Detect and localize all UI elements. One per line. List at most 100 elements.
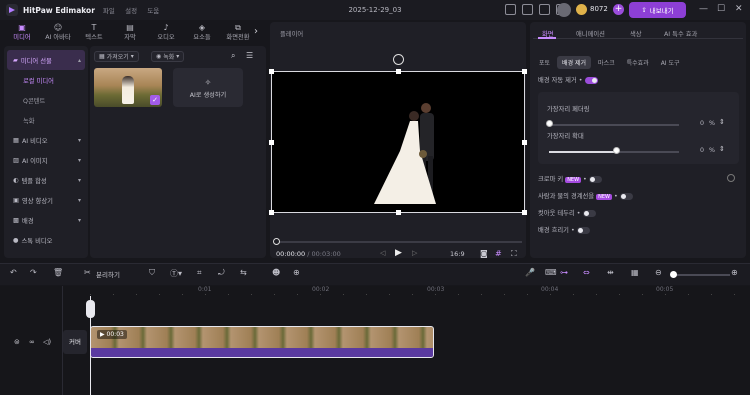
list-view-icon[interactable]: ☰ bbox=[246, 51, 253, 60]
effect-icon[interactable]: ⊕ bbox=[293, 268, 300, 277]
export-button[interactable]: ⇪ 내보내기 bbox=[629, 2, 686, 18]
nav-ai-video[interactable]: ▦ AI 비디오 ▾ bbox=[7, 130, 85, 150]
close-icon[interactable]: ✕ bbox=[735, 4, 743, 14]
track-visibility-icon[interactable]: ∞ bbox=[29, 338, 35, 346]
expand-value[interactable]: 0 bbox=[700, 147, 704, 154]
track-audio-icon[interactable]: ◁) bbox=[43, 338, 51, 346]
cutout-border-toggle[interactable] bbox=[582, 209, 596, 217]
redo-icon[interactable]: ↷ bbox=[30, 268, 37, 277]
resize-handle[interactable] bbox=[396, 69, 401, 74]
mic-icon[interactable]: 🎤 bbox=[525, 268, 535, 277]
tab-color[interactable]: 색상 bbox=[630, 29, 642, 38]
feather-value[interactable]: 0 bbox=[700, 120, 704, 127]
resize-handle[interactable] bbox=[522, 69, 527, 74]
feather-slider-knob[interactable] bbox=[546, 120, 553, 127]
caption-icon[interactable]: ⌨ bbox=[545, 268, 557, 277]
nav-local-media[interactable]: 로컬 미디어 bbox=[7, 70, 85, 90]
nav-template[interactable]: ◐ 템플 합성 ▾ bbox=[7, 170, 85, 190]
split-icon[interactable]: ✂ bbox=[84, 268, 91, 277]
check-icon[interactable] bbox=[539, 4, 550, 15]
crop-icon[interactable]: ⌗ bbox=[197, 268, 202, 278]
stepper-icon[interactable]: ⇕ bbox=[719, 145, 725, 153]
resize-handle[interactable] bbox=[522, 210, 527, 215]
nav-stock-video[interactable]: ● 스톡 비디오 bbox=[7, 230, 85, 250]
add-credits-button[interactable]: + bbox=[613, 4, 624, 15]
fullscreen-icon[interactable]: ⛶ bbox=[511, 249, 517, 259]
tab-elements[interactable]: ◈ 요소들 bbox=[184, 22, 220, 44]
prev-frame-icon[interactable]: ◁ bbox=[380, 249, 385, 257]
resize-handle[interactable] bbox=[269, 210, 274, 215]
nav-enhancer[interactable]: ▣ 영상 향상기 ▾ bbox=[7, 190, 85, 210]
link-icon[interactable]: ⊶ bbox=[560, 268, 568, 277]
video-clip[interactable]: ▶ 00:03 bbox=[90, 326, 434, 358]
stepper-icon[interactable]: ⇕ bbox=[719, 118, 725, 126]
bg-auto-remove-toggle[interactable] bbox=[584, 76, 598, 84]
resize-handle[interactable] bbox=[269, 140, 274, 145]
text-tool-icon[interactable]: Ⓣ▾ bbox=[170, 268, 182, 279]
tab-text[interactable]: T 텍스트 bbox=[76, 22, 112, 44]
nav-q-content[interactable]: Q콘텐트 bbox=[7, 90, 85, 110]
next-frame-icon[interactable]: ▷ bbox=[412, 249, 417, 257]
tab-media[interactable]: ▣ 미디어 bbox=[4, 22, 40, 44]
player-progress-track[interactable] bbox=[276, 241, 522, 243]
cover-button[interactable]: 커버 bbox=[63, 330, 87, 354]
delete-icon[interactable]: 🗑 bbox=[53, 268, 63, 277]
rotate-handle-icon[interactable] bbox=[393, 54, 404, 65]
help-icon[interactable] bbox=[727, 174, 735, 182]
minimize-icon[interactable]: — bbox=[699, 4, 708, 14]
feather-slider[interactable] bbox=[549, 124, 679, 126]
bg-blur-toggle[interactable] bbox=[576, 226, 590, 234]
keyframe-icon[interactable]: ▦ bbox=[631, 268, 639, 277]
chroma-key-toggle[interactable] bbox=[588, 175, 602, 183]
playhead-handle[interactable] bbox=[86, 300, 95, 318]
tab-animation[interactable]: 애니메이션 bbox=[576, 29, 605, 38]
shield-icon[interactable]: ⛉ bbox=[149, 268, 155, 278]
record-dropdown[interactable]: ◉ 녹화 ▾ bbox=[151, 51, 185, 62]
play-icon[interactable]: ▶ bbox=[395, 248, 402, 258]
feedback-icon[interactable] bbox=[522, 4, 533, 15]
maximize-icon[interactable]: ☐ bbox=[717, 4, 725, 14]
import-dropdown[interactable]: ▦ 가져오기 ▾ bbox=[94, 51, 139, 62]
nav-media-gift[interactable]: ▰ 미디어 선물 ▴ bbox=[7, 50, 85, 70]
edge-boundary-toggle[interactable] bbox=[619, 192, 633, 200]
window-layout-icon[interactable] bbox=[505, 4, 516, 15]
subtab-effects[interactable]: 특수효과 bbox=[622, 56, 654, 69]
subtab-bg-remove[interactable]: 배경 제거 bbox=[557, 56, 592, 69]
zoom-slider-knob[interactable] bbox=[670, 271, 677, 278]
zoom-out-icon[interactable]: ⊖ bbox=[655, 268, 662, 277]
mirror-icon[interactable]: ⇆ bbox=[240, 268, 247, 277]
subtab-mask[interactable]: 마스크 bbox=[593, 56, 620, 69]
zoom-in-icon[interactable]: ⊕ bbox=[731, 268, 738, 277]
subtab-photo[interactable]: 포토 bbox=[534, 56, 555, 69]
resize-handle[interactable] bbox=[269, 69, 274, 74]
snap-icon[interactable]: ⇔ bbox=[583, 268, 590, 277]
zoom-slider[interactable] bbox=[672, 274, 730, 276]
tab-audio[interactable]: ♪ 오디오 bbox=[148, 22, 184, 44]
nav-ai-image[interactable]: ▨ AI 이미지 ▾ bbox=[7, 150, 85, 170]
track-lock-icon[interactable]: ⊜ bbox=[14, 338, 20, 346]
undo-icon[interactable]: ↶ bbox=[10, 268, 17, 277]
nav-background[interactable]: ▩ 배경 ▾ bbox=[7, 210, 85, 230]
split-label[interactable]: 분리하기 bbox=[96, 269, 120, 279]
tab-transition[interactable]: ⧉ 화면전환 bbox=[220, 22, 256, 44]
nav-recording[interactable]: 녹화 bbox=[7, 110, 85, 130]
align-icon[interactable]: ⇹ bbox=[607, 268, 614, 277]
tab-ai-effects[interactable]: AI 특수 효과 bbox=[664, 29, 697, 38]
grid-icon[interactable]: # bbox=[495, 249, 502, 258]
tab-subtitle[interactable]: ▤ 자막 bbox=[112, 22, 148, 44]
resize-handle[interactable] bbox=[522, 140, 527, 145]
chevron-right-icon[interactable]: › bbox=[254, 26, 258, 37]
expand-slider-knob[interactable] bbox=[613, 147, 620, 154]
aspect-ratio-select[interactable]: 16:9 bbox=[450, 250, 465, 258]
resize-handle[interactable] bbox=[396, 210, 401, 215]
tab-ai-avatar[interactable]: ☺ AI 아바타 bbox=[40, 22, 76, 44]
subtab-ai-tools[interactable]: AI 도구 bbox=[656, 56, 685, 69]
rotate-tool-icon[interactable]: ⤾ bbox=[218, 268, 225, 278]
snapshot-icon[interactable]: ◙ bbox=[480, 249, 488, 258]
user-avatar[interactable] bbox=[557, 3, 571, 17]
tab-screen[interactable]: 화면 bbox=[542, 29, 554, 38]
ai-generate-button[interactable]: ✧ AI로 생성하기 bbox=[173, 68, 243, 107]
search-icon[interactable]: ⌕ bbox=[231, 51, 235, 61]
player-progress-knob[interactable] bbox=[273, 238, 280, 245]
sticker-icon[interactable]: ☻ bbox=[272, 268, 280, 277]
